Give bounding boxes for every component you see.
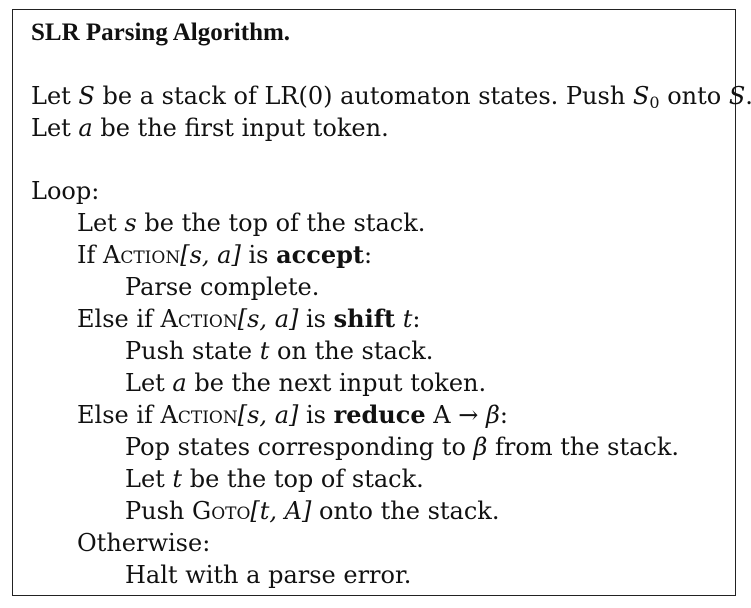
algorithm-title: SLR Parsing Algorithm. <box>31 19 291 46</box>
goto-keyword: Goto <box>192 497 251 525</box>
pop-states-line: Pop states corresponding to β from the s… <box>125 433 680 461</box>
elseif-reduce-line: Else if Action[s, a] is reduce A → β: <box>77 400 508 429</box>
var-S: S <box>728 82 746 110</box>
var-S: S <box>78 82 95 110</box>
let-a-next-line: Let a be the next input token. <box>125 369 487 397</box>
elseif-shift-line: Else if Action[s, a] is shift t: <box>77 304 421 333</box>
push-goto-line: Push Goto[t, A] onto the stack. <box>125 497 500 525</box>
halt-line: Halt with a parse error. <box>125 561 412 589</box>
text: be a stack of LR(0) automaton states. Pu… <box>94 82 633 110</box>
action-keyword: Action <box>160 401 238 429</box>
algorithm-box: SLR Parsing Algorithm. Let S be a stack … <box>12 9 751 596</box>
action-keyword: Action <box>103 241 181 269</box>
push-state-line: Push state t on the stack. <box>125 337 434 365</box>
var-s: s <box>124 209 137 237</box>
parse-complete-line: Parse complete. <box>125 273 320 301</box>
var-S0: S0 <box>632 82 660 112</box>
reduce-keyword: reduce <box>333 400 426 429</box>
text: Let <box>31 82 79 110</box>
if-accept-line: If Action[s, a] is accept: <box>77 240 373 269</box>
var-a: a <box>78 114 93 142</box>
text: . <box>745 82 751 110</box>
init-stack-line: Let S be a stack of LR(0) automaton stat… <box>31 81 751 111</box>
let-s-line: Let s be the top of the stack. <box>77 209 426 237</box>
action-keyword: Action <box>160 305 238 333</box>
text: onto <box>659 82 729 110</box>
loop-label: Loop: <box>31 177 100 205</box>
init-token-line: Let a be the first input token. <box>31 114 389 142</box>
let-t-top-line: Let t be the top of stack. <box>125 465 424 493</box>
shift-keyword: shift <box>333 304 396 333</box>
accept-keyword: accept <box>276 240 364 269</box>
otherwise-line: Otherwise: <box>77 529 211 557</box>
